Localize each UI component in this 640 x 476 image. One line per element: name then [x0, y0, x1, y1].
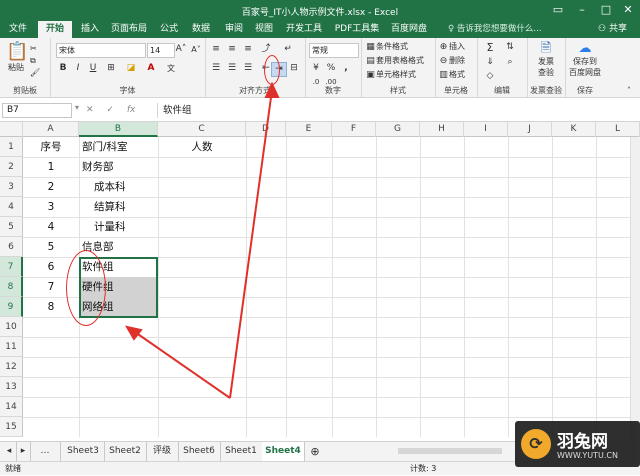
- arrow-up-line: [229, 89, 273, 399]
- watermark: ⟳ 羽兔网 WWW.YUTU.CN: [515, 421, 640, 467]
- arrow-up-head: [264, 81, 280, 98]
- annotation-arrows: [124, 81, 280, 399]
- arrow-left-line: [131, 329, 231, 399]
- watermark-url: WWW.YUTU.CN: [557, 451, 618, 460]
- watermark-brand: 羽兔网: [557, 432, 608, 452]
- rabbit-logo-icon: ⟳: [521, 429, 551, 459]
- arrow-left-head: [124, 325, 143, 341]
